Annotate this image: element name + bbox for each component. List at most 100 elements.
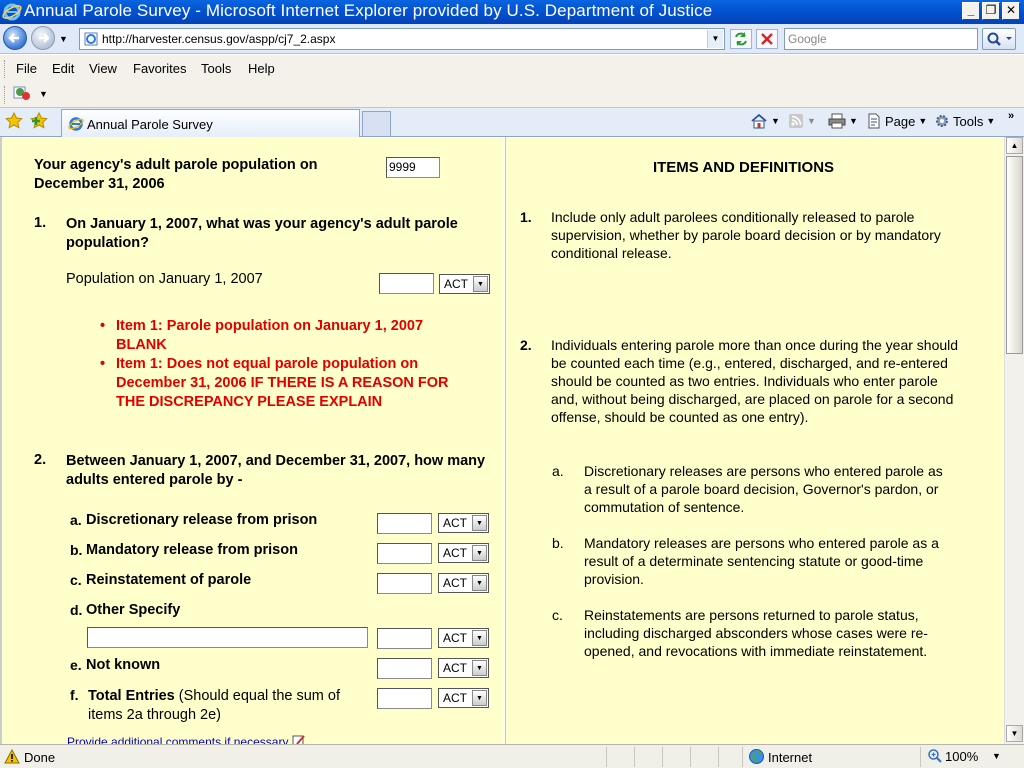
- divider: [662, 747, 663, 767]
- divider: [920, 747, 921, 767]
- address-bar[interactable]: http://harvester.census.gov/aspp/cj7_2.a…: [79, 28, 725, 50]
- zoom-control[interactable]: 100%: [927, 748, 978, 764]
- q2e-type-select[interactable]: ACT ▼: [438, 658, 489, 678]
- q2c-type-select[interactable]: ACT ▼: [438, 573, 489, 593]
- scroll-up-arrow-icon[interactable]: ▲: [1006, 137, 1023, 154]
- recent-pages-dropdown[interactable]: ▼: [59, 34, 68, 44]
- scrollbar-thumb[interactable]: [1006, 156, 1023, 354]
- search-button[interactable]: [982, 28, 1016, 50]
- new-tab-button[interactable]: [362, 111, 391, 136]
- toolbar-overflow-chevron-icon[interactable]: »: [1008, 110, 1014, 122]
- toolbar-grip: [4, 60, 7, 78]
- chevron-down-icon: ▼: [472, 575, 487, 591]
- back-button[interactable]: [3, 26, 27, 50]
- q2c-letter: c.: [70, 572, 82, 588]
- divider: [606, 747, 607, 767]
- jan1-population-input[interactable]: [379, 273, 434, 294]
- warning-icon: [4, 749, 20, 764]
- zoom-magnifier-icon: [928, 749, 942, 763]
- search-input[interactable]: Google: [784, 28, 978, 50]
- favorites-star-icon[interactable]: [5, 112, 23, 130]
- ie-page-icon: [68, 117, 84, 131]
- header-question: Your agency's adult parole population on…: [34, 157, 318, 192]
- def2c-text: Reinstatements are persons returned to p…: [584, 607, 928, 659]
- menu-view[interactable]: View: [89, 61, 117, 76]
- toolbar-grip: [4, 86, 7, 104]
- search-icon: [987, 32, 1012, 46]
- page-menu-button[interactable]: Page ▼: [866, 113, 927, 129]
- translate-dropdown[interactable]: ▼: [39, 89, 48, 99]
- q1-type-select[interactable]: ACT ▼: [439, 274, 490, 294]
- def2c-letter: c.: [552, 607, 563, 623]
- def1-text: Include only adult parolees conditionall…: [551, 209, 941, 261]
- stop-icon[interactable]: [756, 29, 778, 49]
- scroll-down-arrow-icon[interactable]: ▼: [1006, 725, 1023, 742]
- feeds-button[interactable]: ▼: [788, 113, 816, 129]
- q2d-input[interactable]: [377, 628, 432, 649]
- q2d-label: Other Specify: [86, 602, 181, 618]
- internet-globe-icon: [749, 749, 764, 764]
- select-value: ACT: [443, 546, 467, 560]
- menu-tools[interactable]: Tools: [201, 61, 231, 76]
- menu-help[interactable]: Help: [248, 61, 275, 76]
- printer-icon: [828, 113, 846, 129]
- close-button[interactable]: ✕: [1002, 2, 1020, 20]
- pencil-note-icon: [292, 735, 305, 744]
- refresh-icon[interactable]: [730, 29, 752, 49]
- tab-annual-parole-survey[interactable]: Annual Parole Survey: [61, 109, 360, 137]
- home-button[interactable]: ▼: [750, 113, 780, 129]
- definitions-pane: ITEMS AND DEFINITIONS 1. Include only ad…: [505, 137, 1004, 744]
- q2e-label: Not known: [86, 657, 161, 673]
- def2-text: Individuals entering parole more than on…: [551, 337, 959, 425]
- minimize-button[interactable]: _: [962, 2, 980, 20]
- dec31-population-input[interactable]: 9999: [386, 157, 440, 178]
- q2f-type-select[interactable]: ACT ▼: [438, 688, 489, 708]
- zoom-dropdown-chevron-icon[interactable]: ▼: [992, 751, 1001, 761]
- q2b-letter: b.: [70, 542, 83, 558]
- select-value: ACT: [443, 631, 467, 645]
- tools-menu-button[interactable]: Tools ▼: [934, 113, 995, 129]
- links-toolbar: ▼: [0, 83, 1024, 107]
- menu-file[interactable]: File: [16, 61, 37, 76]
- q2c-input[interactable]: [377, 573, 432, 594]
- q2b-input[interactable]: [377, 543, 432, 564]
- error-item: Item 1: Does not equal parole population…: [100, 355, 470, 412]
- menu-favorites[interactable]: Favorites: [133, 61, 186, 76]
- vertical-scrollbar[interactable]: ▲ ▼: [1004, 137, 1024, 744]
- def2-number: 2.: [520, 337, 532, 353]
- def2b-letter: b.: [552, 535, 564, 551]
- q1-number: 1.: [34, 215, 47, 231]
- address-dropdown[interactable]: ▼: [707, 30, 723, 48]
- ie-logo-icon: [2, 3, 22, 21]
- menu-edit[interactable]: Edit: [52, 61, 74, 76]
- address-toolbar: ▼ http://harvester.census.gov/aspp/cj7_2…: [0, 24, 1024, 54]
- chevron-down-icon: ▼: [473, 276, 488, 292]
- q2d-specify-input[interactable]: [87, 627, 368, 648]
- q2b-type-select[interactable]: ACT ▼: [438, 543, 489, 563]
- back-arrow-icon: [8, 33, 19, 43]
- q2f-input[interactable]: [377, 688, 432, 709]
- address-url: http://harvester.census.gov/aspp/cj7_2.a…: [102, 32, 336, 46]
- def2b-text: Mandatory releases are persons who enter…: [584, 535, 939, 587]
- page-content: Your agency's adult parole population on…: [0, 137, 1024, 744]
- comments-link[interactable]: Provide additional comments if necessary: [67, 734, 306, 744]
- q2a-input[interactable]: [377, 513, 432, 534]
- chevron-down-icon: ▼: [472, 660, 487, 676]
- print-button[interactable]: ▼: [828, 113, 858, 129]
- menu-bar: File Edit View Favorites Tools Help: [0, 55, 1024, 83]
- add-favorite-icon[interactable]: [30, 112, 50, 130]
- q2a-type-select[interactable]: ACT ▼: [438, 513, 489, 533]
- chevron-down-icon: ▼: [472, 690, 487, 706]
- translate-icon[interactable]: [13, 85, 33, 103]
- q2a-letter: a.: [70, 512, 82, 528]
- select-value: ACT: [444, 277, 468, 291]
- q2e-input[interactable]: [377, 658, 432, 679]
- def1-number: 1.: [520, 209, 532, 225]
- divider: [690, 747, 691, 767]
- q2d-type-select[interactable]: ACT ▼: [438, 628, 489, 648]
- title-bar: Annual Parole Survey - Microsoft Interne…: [0, 0, 1024, 24]
- search-placeholder: Google: [788, 32, 827, 46]
- q2d-letter: d.: [70, 602, 83, 618]
- restore-button[interactable]: ❐: [982, 2, 1000, 20]
- forward-button[interactable]: [31, 26, 55, 50]
